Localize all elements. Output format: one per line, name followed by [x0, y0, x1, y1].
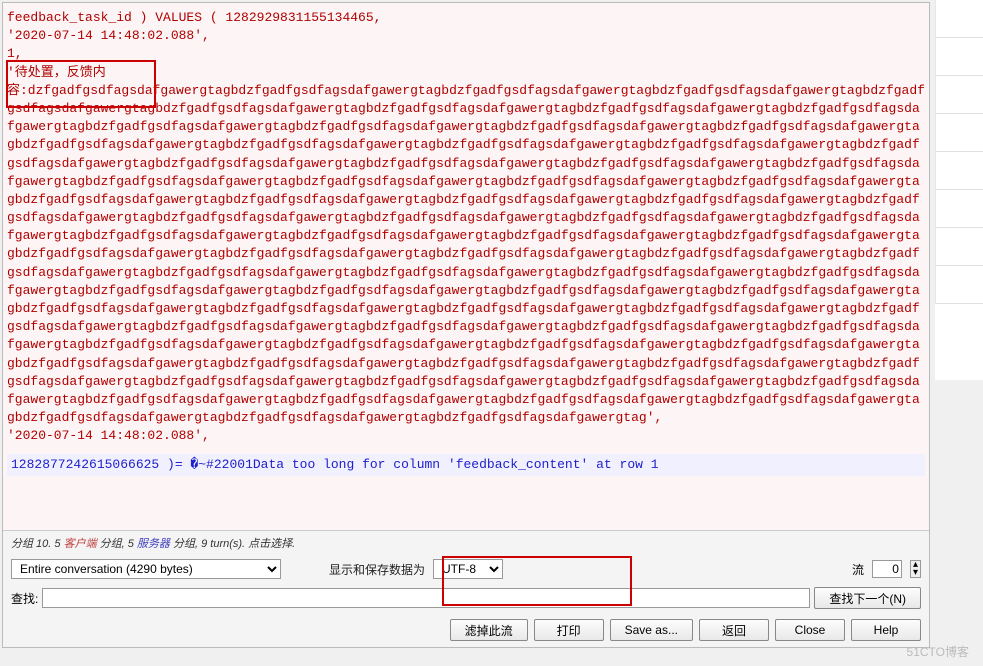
status-suffix: 分组, 9 turn(s). 点击选择.: [170, 538, 295, 550]
filter-stream-button[interactable]: 滤掉此流: [450, 619, 528, 641]
controls-row: Entire conversation (4290 bytes) 显示和保存数据…: [3, 555, 929, 583]
stream-label: 流: [852, 561, 864, 578]
encoding-label: 显示和保存数据为: [329, 561, 425, 578]
search-label: 查找:: [11, 590, 38, 607]
sql-header: feedback_task_id ) VALUES ( 128292983115…: [7, 9, 925, 27]
sql-timestamp2: '2020-07-14 14:48:02.088',: [7, 427, 925, 445]
sql-long-text: 容:dzfgadfgsdfagsdafgawergtagbdzfgadfgsdf…: [7, 82, 925, 428]
search-row: 查找: 查找下一个(N): [3, 583, 929, 613]
watermark: 51CTO博客: [907, 643, 969, 660]
status-prefix: 分组 10. 5: [11, 538, 64, 550]
server-response-line: 1282877242615066625 )= �~#22001Data too …: [7, 454, 925, 476]
stream-spinner-icon[interactable]: ▴▾: [910, 560, 921, 578]
help-button[interactable]: Help: [851, 619, 921, 641]
status-bar: 分组 10. 5 客户端 分组, 5 服务器 分组, 9 turn(s). 点击…: [3, 531, 929, 555]
save-as-button[interactable]: Save as...: [610, 619, 693, 641]
sql-timestamp1: '2020-07-14 14:48:02.088',: [7, 27, 925, 45]
packet-follow-window: feedback_task_id ) VALUES ( 128292983115…: [2, 2, 930, 648]
search-input[interactable]: [42, 588, 810, 608]
encoding-select[interactable]: UTF-8: [433, 559, 503, 579]
close-button[interactable]: Close: [775, 619, 845, 641]
print-button[interactable]: 打印: [534, 619, 604, 641]
client-label: 客户端: [64, 538, 97, 550]
stream-number-input[interactable]: [872, 560, 902, 578]
stream-content[interactable]: feedback_task_id ) VALUES ( 128292983115…: [3, 3, 929, 531]
server-label: 服务器: [137, 538, 170, 550]
sql-one: 1,: [7, 45, 925, 63]
button-row: 滤掉此流 打印 Save as... 返回 Close Help: [3, 613, 929, 647]
sql-status-prefix: '待处置，反馈内: [7, 64, 925, 82]
back-button[interactable]: 返回: [699, 619, 769, 641]
conversation-select[interactable]: Entire conversation (4290 bytes): [11, 559, 281, 579]
right-panel: [935, 0, 983, 380]
status-mid1: 分组, 5: [97, 538, 137, 550]
find-next-button[interactable]: 查找下一个(N): [814, 587, 921, 609]
